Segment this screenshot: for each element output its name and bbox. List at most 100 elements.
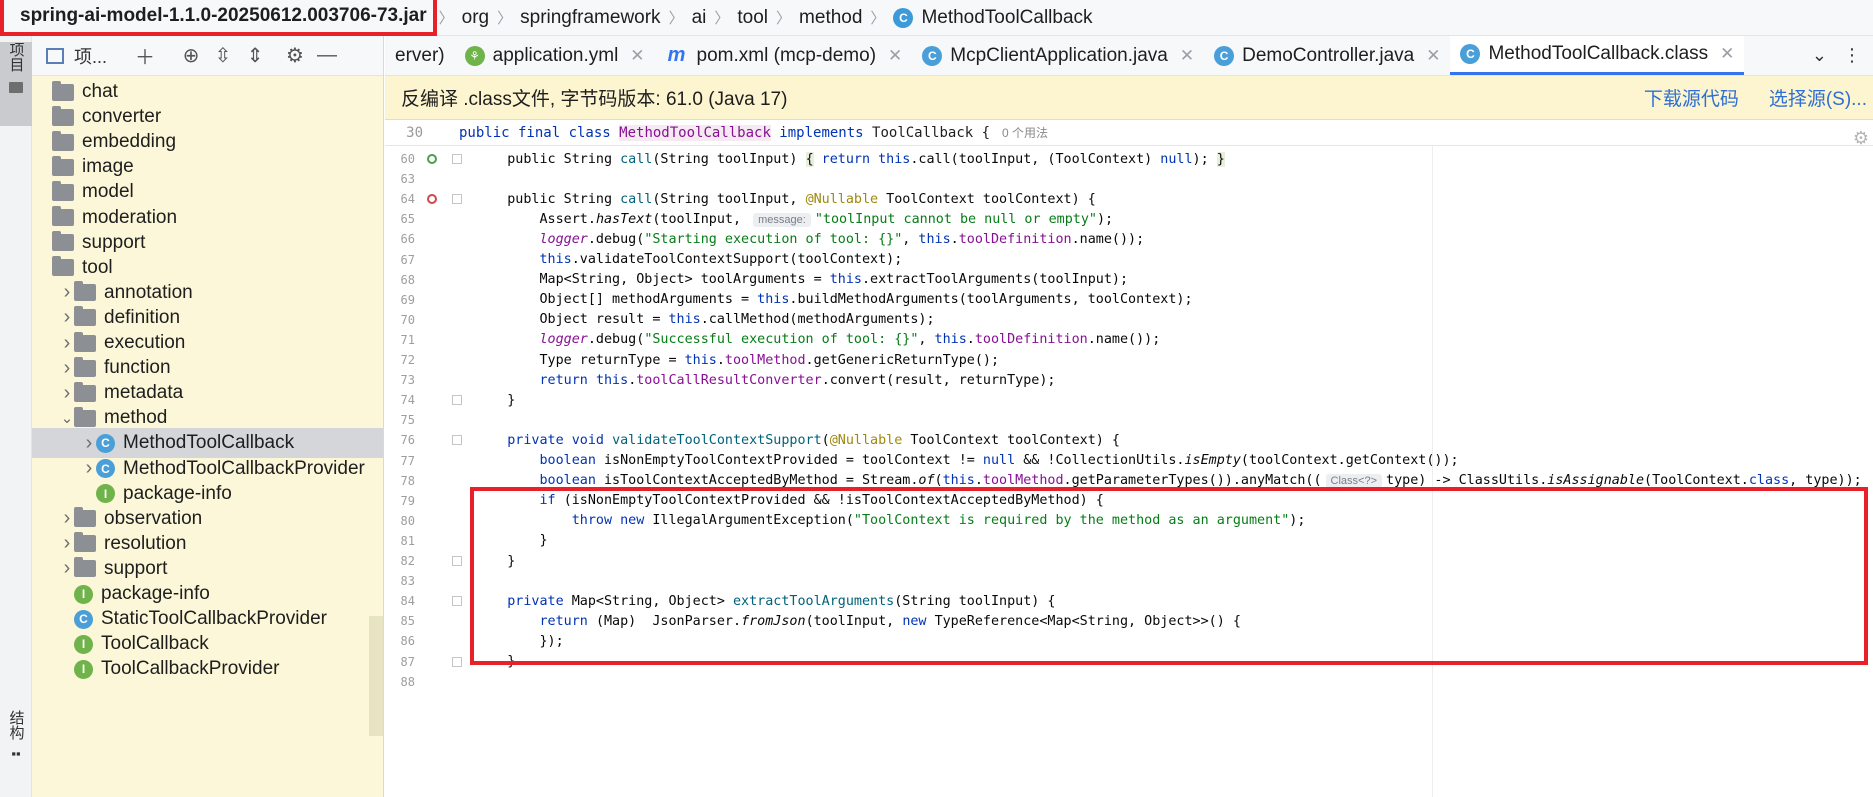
code-line[interactable]: 66 logger.debug("Starting execution of t… <box>385 229 1873 249</box>
scrollbar[interactable] <box>369 616 383 736</box>
close-icon[interactable]: ✕ <box>1426 46 1440 66</box>
chevron-right-icon[interactable]: › <box>60 332 74 355</box>
code-token: extractToolArguments <box>733 593 895 609</box>
chevron-right-icon[interactable]: › <box>60 507 74 530</box>
collapse-all-icon[interactable]: ⇕ <box>239 43 271 68</box>
close-icon[interactable]: ✕ <box>1180 46 1194 66</box>
chevron-right-icon[interactable]: › <box>82 457 96 480</box>
fold-icon[interactable] <box>452 395 462 406</box>
structure-tool-button[interactable]: 结构 ▪▪ <box>0 710 32 797</box>
overrides-icon[interactable] <box>427 194 437 205</box>
chevron-right-icon[interactable]: › <box>60 382 74 405</box>
code-line[interactable]: 68 Map<String, Object> toolArguments = t… <box>385 270 1873 290</box>
code-line[interactable]: 76 private void validateToolContextSuppo… <box>385 430 1873 450</box>
breadcrumb-part[interactable]: org <box>456 7 495 29</box>
usage-hint[interactable]: 0 个用法 <box>1002 124 1048 141</box>
sticky-class-header[interactable]: 30 public final class MethodToolCallback… <box>385 120 1873 146</box>
chevron-right-icon[interactable]: › <box>60 357 74 380</box>
code-line[interactable]: 72 Type returnType = this.toolMethod.get… <box>385 350 1873 370</box>
code-line[interactable]: 88 <box>385 672 1873 692</box>
choose-source-link[interactable]: 选择源(S)... <box>1769 84 1867 111</box>
fold-icon[interactable] <box>452 154 462 164</box>
chevron-right-icon[interactable]: › <box>60 306 74 329</box>
code-line[interactable]: 75 <box>385 410 1873 430</box>
tab-active[interactable]: C MethodToolCallback.class ✕ <box>1450 36 1745 75</box>
code-token: type) -> ClassUtils. <box>1386 473 1548 489</box>
code-token: public String <box>475 151 621 167</box>
fold-icon[interactable] <box>452 656 462 667</box>
more-icon[interactable]: ⋮ <box>1843 45 1861 66</box>
code-line[interactable]: 82 } <box>385 551 1873 571</box>
line-number: 65 <box>400 212 415 227</box>
class-icon: C <box>922 45 943 66</box>
code-token: isEmpty <box>1184 453 1241 468</box>
fold-icon[interactable] <box>452 556 462 566</box>
code-line[interactable]: 86 }); <box>385 631 1873 651</box>
add-icon[interactable]: ＋ <box>129 41 161 70</box>
code-line[interactable]: 78 boolean isToolContextAcceptedByMethod… <box>385 471 1873 491</box>
code-line[interactable]: 81 } <box>385 531 1873 551</box>
code-editor[interactable]: 60 public String call(String toolInput) … <box>385 146 1873 797</box>
code-token: (Map) JsonParser. <box>595 613 742 629</box>
interface-icon: I <box>74 634 93 654</box>
minimize-icon[interactable]: — <box>311 44 343 67</box>
close-icon[interactable]: ✕ <box>1720 44 1734 64</box>
banner-actions: 下载源代码 选择源(S)... <box>1644 84 1873 111</box>
code-token: this <box>595 372 629 388</box>
folder-icon <box>52 130 74 151</box>
gear-icon[interactable]: ⚙ <box>279 43 311 68</box>
tab[interactable]: C DemoController.java ✕ <box>1204 36 1450 75</box>
code-line[interactable]: 71 logger.debug("Successful execution of… <box>385 330 1873 350</box>
expand-all-icon[interactable]: ⇳ <box>207 43 239 68</box>
tab[interactable]: ⚘ application.yml ✕ <box>455 36 655 75</box>
code-line[interactable]: 87 } <box>385 652 1873 672</box>
fold-icon[interactable] <box>452 435 462 446</box>
tab[interactable]: erver) <box>385 36 455 75</box>
code-line[interactable]: 64 public String call(String toolInput, … <box>385 189 1873 209</box>
folder-icon <box>52 206 74 226</box>
chevron-down-icon[interactable]: ⌄ <box>60 409 74 427</box>
code-line[interactable]: 73 return this.toolCallResultConverter.c… <box>385 370 1873 390</box>
code-line[interactable]: 69 Object[] methodArguments = this.build… <box>385 290 1873 310</box>
close-icon[interactable]: ✕ <box>888 46 902 66</box>
breadcrumb-part[interactable]: tool <box>731 7 774 29</box>
target-icon[interactable]: ⊕ <box>175 43 207 68</box>
close-icon[interactable]: ✕ <box>630 46 644 66</box>
fold-icon[interactable] <box>452 194 462 205</box>
tab[interactable]: C McpClientApplication.java ✕ <box>912 36 1204 75</box>
chevron-down-icon[interactable]: ⌄ <box>1812 45 1827 66</box>
line-number: 76 <box>400 433 415 448</box>
code-line[interactable]: 65 Assert.hasText(toolInput, message: "to… <box>385 209 1873 229</box>
code-line[interactable]: 60 public String call(String toolInput) … <box>385 149 1873 169</box>
code-line[interactable]: 84 private Map<String, Object> extractTo… <box>385 591 1873 611</box>
tree-item[interactable]: I ToolCallbackProvider <box>32 654 383 684</box>
line-number: 81 <box>400 533 415 548</box>
breadcrumb-part[interactable]: method <box>793 7 868 29</box>
implements-icon[interactable] <box>427 154 437 164</box>
code-line[interactable]: 77 boolean isNonEmptyToolContextProvided… <box>385 451 1873 471</box>
code-line[interactable]: 63 <box>385 169 1873 189</box>
chevron-right-icon[interactable]: › <box>60 532 74 555</box>
chevron-right-icon[interactable]: › <box>60 557 74 580</box>
code-token: . <box>966 332 975 348</box>
code-line[interactable]: 74 } <box>385 390 1873 410</box>
tab[interactable]: m pom.xml (mcp-demo) ✕ <box>655 36 913 75</box>
project-tool-button[interactable]: 项目 <box>0 42 32 126</box>
code-line[interactable]: 70 Object result = this.callMethod(metho… <box>385 310 1873 330</box>
breadcrumb-jar[interactable]: spring-ai-model-1.1.0-20250612.003706-73… <box>0 0 437 36</box>
code-line[interactable]: 67 this.validateToolContextSupport(toolC… <box>385 250 1873 270</box>
tree-item-label: package-info <box>101 583 210 604</box>
code-line[interactable]: 80 throw new IllegalArgumentException("T… <box>385 511 1873 531</box>
download-source-link[interactable]: 下载源代码 <box>1644 84 1739 111</box>
code-line[interactable]: 85 return (Map) JsonParser.fromJson(tool… <box>385 611 1873 631</box>
breadcrumb-part[interactable]: ai <box>686 7 713 29</box>
chevron-right-icon[interactable]: › <box>82 432 96 455</box>
project-panel-title[interactable]: 项... <box>74 43 107 69</box>
code-line[interactable]: 79 if (isNonEmptyToolContextProvided && … <box>385 491 1873 511</box>
chevron-right-icon[interactable]: › <box>60 281 74 304</box>
fold-icon[interactable] <box>452 596 462 607</box>
code-line[interactable]: 83 <box>385 571 1873 591</box>
breadcrumb-part[interactable]: springframework <box>514 7 666 29</box>
code-token: (ToolContext. <box>1644 473 1749 489</box>
breadcrumb-class[interactable]: C MethodToolCallback <box>887 7 1098 29</box>
